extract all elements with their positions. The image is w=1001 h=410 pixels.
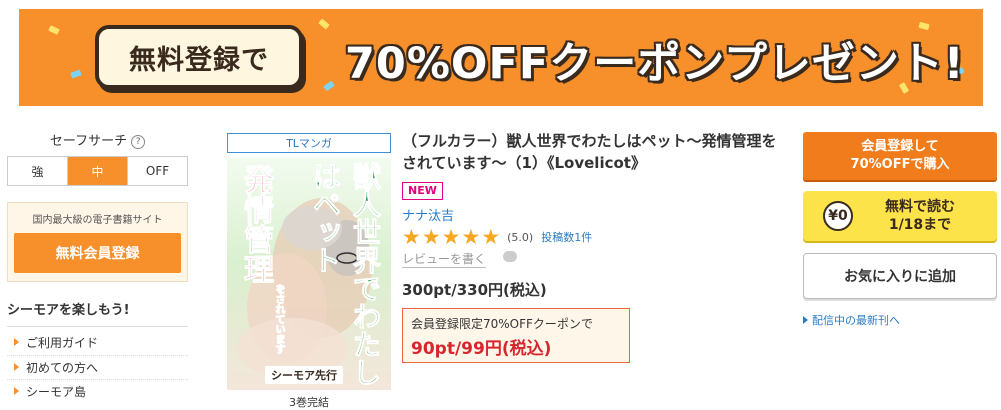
- divider: [7, 355, 188, 356]
- confetti-decoration: [70, 69, 82, 79]
- review-count-link[interactable]: 投稿数1件: [541, 229, 592, 245]
- star-icon: ★: [461, 225, 481, 249]
- sidebar-link-beginners[interactable]: 初めての方へ: [14, 359, 98, 376]
- new-badge: NEW: [402, 182, 443, 200]
- safe-search-label: セーフサーチ: [49, 134, 128, 149]
- buy-line1: 会員登録して: [861, 139, 939, 154]
- rating-value: (5.0): [507, 230, 534, 244]
- star-icon: ★: [441, 225, 461, 249]
- cover-sub-small: をされています: [273, 284, 285, 355]
- cover-sub-title: 発情管理: [238, 164, 274, 285]
- banner-pill: 無料登録で: [95, 25, 303, 89]
- speech-bubble-icon: [503, 251, 517, 262]
- rating-row: ★ ★ ★ ★ ★ (5.0) 投稿数1件: [402, 226, 592, 248]
- author-link[interactable]: ナナ汰吉: [402, 205, 454, 224]
- book-cover[interactable]: 獣人世界でわたしはペット 発情管理 をされています シーモア先行: [227, 158, 391, 390]
- coupon-price: 90pt/99円(税込): [411, 339, 552, 359]
- banner-headline: 70%OFFクーポンプレゼント!: [345, 39, 965, 89]
- add-favorite-button[interactable]: お気に入りに追加: [803, 253, 997, 299]
- confetti-decoration: [323, 80, 335, 92]
- register-caption: 国内最大級の電子書籍サイト: [32, 215, 163, 226]
- confetti-decoration: [318, 18, 330, 30]
- cover-logo: シーモア先行: [265, 366, 343, 384]
- star-icon: ★: [481, 225, 501, 249]
- help-icon[interactable]: ?: [131, 135, 146, 149]
- sidebar-link-island[interactable]: シーモア島: [14, 383, 86, 400]
- buy-line2: 70%OFFで購入: [850, 157, 950, 172]
- register-buy-button[interactable]: 会員登録して 70%OFFで購入: [803, 132, 997, 180]
- free-read-text: 無料で読む 1/18まで: [853, 198, 997, 234]
- latest-volume-link[interactable]: 配信中の最新刊へ: [803, 312, 900, 328]
- safe-option-medium[interactable]: 中: [68, 157, 128, 185]
- coupon-box: 会員登録限定70%OFFクーポンで 90pt/99円(税込): [402, 308, 630, 363]
- star-icon: ★: [421, 225, 441, 249]
- safe-search-title: セーフサーチ?: [7, 130, 188, 149]
- cover-main-title: 獣人世界でわたしはペット: [309, 162, 383, 387]
- register-box: 国内最大級の電子書籍サイト 無料会員登録: [7, 202, 188, 282]
- coupon-caption: 会員登録限定70%OFFクーポンで: [411, 317, 593, 331]
- safe-option-strong[interactable]: 強: [8, 157, 68, 185]
- genre-tag[interactable]: TLマンガ: [227, 133, 391, 153]
- sidebar-link-guide[interactable]: ご利用ガイド: [14, 334, 98, 351]
- volumes-note: 3巻完結: [289, 396, 329, 409]
- free-line2: 1/18まで: [888, 217, 952, 233]
- confetti-decoration: [48, 25, 60, 35]
- promo-banner[interactable]: 無料登録で 70%OFFクーポンプレゼント!: [19, 9, 983, 106]
- write-review-link[interactable]: レビューを書く: [402, 250, 487, 268]
- price: 300pt/330円(税込): [402, 281, 547, 299]
- safe-search-toggle: 強 中 OFF: [7, 156, 188, 186]
- enjoy-heading: シーモアを楽しもう!: [7, 299, 188, 327]
- free-read-button[interactable]: ¥0 無料で読む 1/18まで: [803, 191, 997, 241]
- free-line1: 無料で読む: [885, 199, 955, 215]
- divider: [7, 379, 188, 380]
- star-icon: ★: [402, 225, 421, 249]
- product-title: （フルカラー）獣人世界でわたしはペット～発情管理をされています～（1）《Love…: [402, 132, 777, 172]
- yen-zero-icon: ¥0: [823, 201, 853, 231]
- safe-option-off[interactable]: OFF: [128, 157, 187, 185]
- free-register-button[interactable]: 無料会員登録: [14, 233, 181, 273]
